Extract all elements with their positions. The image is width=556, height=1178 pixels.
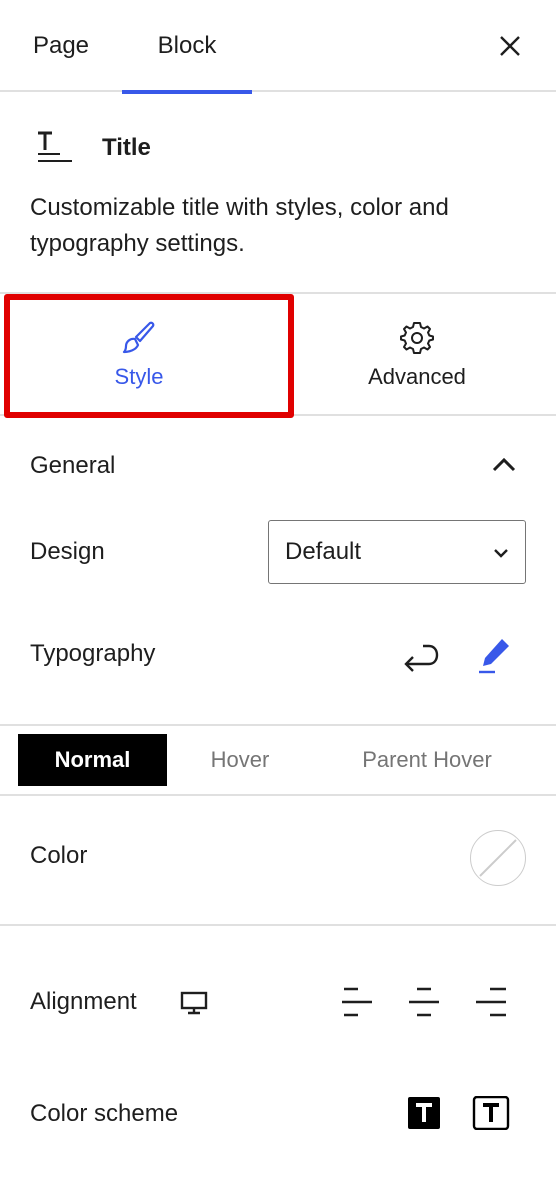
block-card: Title Customizable title with styles, co… (0, 92, 556, 294)
typography-reset-button[interactable] (398, 636, 444, 680)
typography-edit-button[interactable] (472, 634, 516, 678)
tab-page[interactable]: Page (0, 0, 122, 92)
align-right-button[interactable] (470, 980, 514, 1024)
no-color-icon (478, 838, 517, 877)
align-center-icon (409, 987, 439, 1017)
color-scheme-dark-button[interactable] (404, 1092, 444, 1134)
design-label: Design (30, 538, 105, 565)
text-dark-icon (408, 1097, 440, 1129)
divider (0, 924, 556, 926)
pencil-icon (479, 639, 509, 674)
paintbrush-icon (122, 321, 155, 354)
tab-parent-hover[interactable]: Parent Hover (330, 734, 524, 786)
tab-normal[interactable]: Normal (18, 734, 167, 786)
color-scheme-light-button[interactable] (470, 1092, 512, 1134)
responsive-device-button[interactable] (176, 986, 212, 1020)
chevron-down-icon (494, 549, 508, 558)
tab-hover[interactable]: Hover (180, 734, 300, 786)
block-description: Customizable title with styles, color an… (30, 194, 449, 257)
sidebar-header: Page Block (0, 0, 556, 94)
design-select-value: Default (285, 538, 362, 565)
align-left-icon (342, 987, 372, 1017)
chevron-up-icon (492, 457, 516, 472)
desktop-icon (180, 991, 208, 1015)
reset-icon (404, 644, 439, 672)
color-label: Color (30, 842, 88, 869)
tab-advanced-label: Advanced (368, 364, 466, 389)
panel-title: General (30, 452, 116, 479)
alignment-label: Alignment (30, 988, 137, 1015)
block-title: Title (102, 134, 151, 161)
typography-label: Typography (30, 640, 156, 667)
align-center-button[interactable] (402, 980, 446, 1024)
general-panel-toggle[interactable]: General (0, 418, 556, 510)
divider (0, 794, 556, 796)
text-light-icon (472, 1096, 510, 1130)
tab-style-label: Style (114, 364, 164, 389)
tab-block[interactable]: Block (122, 0, 252, 94)
gear-icon (400, 322, 434, 354)
color-picker-button[interactable] (470, 830, 526, 886)
close-icon (500, 36, 520, 56)
state-tabs: Normal Hover Parent Hover (0, 726, 556, 796)
tab-advanced[interactable]: Advanced (278, 294, 556, 416)
title-block-icon (38, 131, 72, 162)
tab-style[interactable]: Style (0, 294, 278, 416)
design-select[interactable]: Default (268, 520, 526, 584)
close-button[interactable] (492, 28, 528, 64)
color-scheme-label: Color scheme (30, 1100, 179, 1127)
align-right-icon (476, 987, 506, 1017)
inspector-tabs: Style Advanced (0, 294, 556, 418)
align-left-button[interactable] (334, 980, 378, 1024)
